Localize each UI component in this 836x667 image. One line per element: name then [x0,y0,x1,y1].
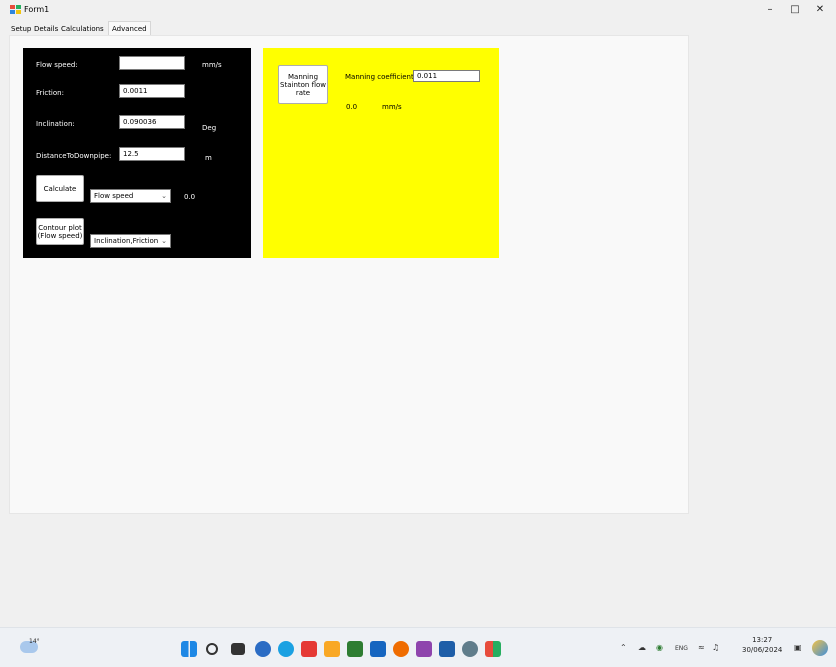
minimize-button[interactable]: – [760,3,780,17]
calculate-target-value: Flow speed [94,192,134,200]
friction-label: Friction: [36,89,64,97]
distance-unit: m [205,154,212,162]
inclination-unit: Deg [202,124,217,132]
cloud-sync-icon[interactable]: ☁ [638,643,646,652]
calculate-target-select[interactable]: Flow speed ⌄ [90,189,171,203]
contour-axes-select[interactable]: Inclination,Friction ⌄ [90,234,171,248]
wifi-icon[interactable]: ≈ [698,643,705,652]
word-icon[interactable] [439,641,455,657]
clock-time: 13:27 [752,636,773,644]
manning-button[interactable]: Manning Stainton flow rate [278,65,328,104]
contour-axes-value: Inclination,Friction [94,237,159,245]
youtube-icon[interactable] [301,641,317,657]
manning-result: 0.0 [346,103,358,111]
contour-button-line2: (Flow speed) [37,231,83,240]
edge-icon[interactable] [278,641,294,657]
manning-button-line1: Manning [287,72,319,81]
calculate-button-label: Calculate [43,184,77,193]
app-tray-icon[interactable]: ◉ [656,643,663,652]
manning-result-unit: mm/s [382,103,402,111]
manning-button-line2: Stainton flow [280,80,326,89]
start-icon[interactable] [181,641,197,657]
flow-speed-input[interactable] [119,56,185,70]
manning-coefficient-input[interactable]: 0.011 [413,70,480,82]
distance-label: DistanceToDownpipe: [36,152,112,160]
chevron-down-icon: ⌄ [161,192,167,200]
chevron-up-icon[interactable]: ⌃ [620,643,627,652]
manning-button-line3: rate [295,88,311,97]
clock[interactable]: 13:27 30/06/2024 [742,635,782,655]
app-icon [10,5,21,15]
copilot-icon[interactable] [812,640,828,656]
store-icon[interactable] [370,641,386,657]
calculate-button[interactable]: Calculate [36,175,84,202]
inclination-input[interactable]: 0.090036 [119,115,185,129]
teams-icon[interactable] [255,641,271,657]
calculate-result: 0.0 [184,193,196,201]
window-title: Form1 [24,5,50,14]
visual-studio-icon[interactable] [416,641,432,657]
close-button[interactable]: ✕ [810,3,830,17]
manning-panel: Manning Stainton flow rate Manning coeff… [263,48,499,258]
contour-button-line1: Contour plot [38,223,82,232]
task-view-icon[interactable] [231,643,245,655]
settings-icon[interactable] [462,641,478,657]
excel-icon[interactable] [347,641,363,657]
clock-date: 30/06/2024 [742,646,783,654]
taskbar: 14° ⌃ ☁ ◉ ENG ≈ ♫ 13:27 30/06/2024 ▣ [0,627,836,667]
notification-icon[interactable]: ▣ [794,643,802,652]
flow-speed-unit: mm/s [202,61,222,69]
search-icon[interactable] [206,643,218,655]
file-explorer-icon[interactable] [324,641,340,657]
calculation-panel: Flow speed: mm/s Friction: 0.0011 Inclin… [23,48,251,258]
maximize-button[interactable]: □ [785,3,805,17]
title-bar: Form1 – □ ✕ [0,0,836,20]
manning-coefficient-label: Manning coefficient: [345,73,417,81]
tab-advanced[interactable]: Advanced [108,21,151,36]
chevron-down-icon: ⌄ [161,237,167,245]
volume-icon[interactable]: ♫ [712,643,719,652]
chrome-icon[interactable] [393,641,409,657]
friction-input[interactable]: 0.0011 [119,84,185,98]
form-app-icon[interactable] [485,641,501,657]
contour-plot-button[interactable]: Contour plot (Flow speed) [36,218,84,245]
weather-temperature: 14° [29,638,40,645]
inclination-label: Inclination: [36,120,75,128]
distance-input[interactable]: 12.5 [119,147,185,161]
language-indicator[interactable]: ENG [675,645,688,652]
flow-speed-label: Flow speed: [36,61,78,69]
